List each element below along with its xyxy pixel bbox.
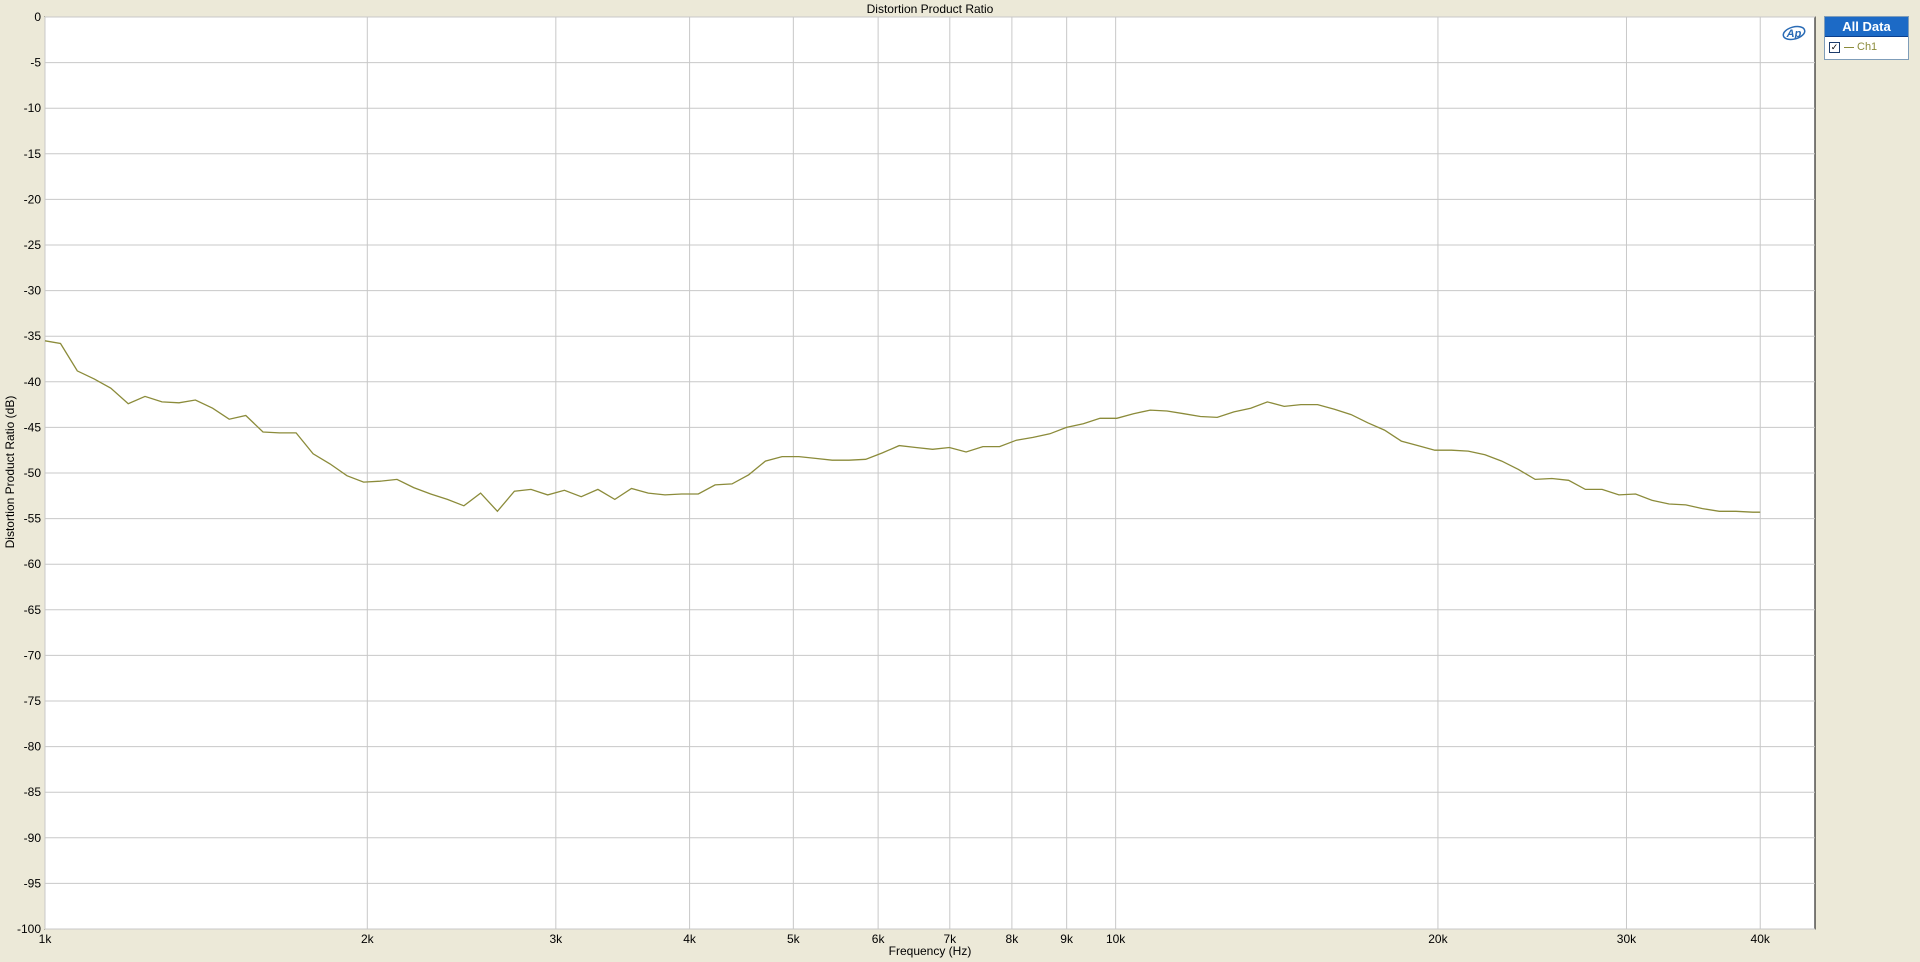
y-tick-label: 0 [34,10,41,24]
legend-all-data-button[interactable]: All Data [1825,17,1908,37]
grid [44,16,1815,930]
y-tick-label: -20 [24,192,42,206]
y-tick-label: -80 [24,740,42,754]
y-tick-label: -45 [24,420,42,434]
y-tick-label: -65 [24,603,42,617]
ap-logo-icon: Ap [1782,25,1806,41]
y-tick-label: -55 [24,512,42,526]
y-tick-label: -50 [24,466,42,480]
y-tick-label: -25 [24,238,42,252]
y-tick-label: -95 [24,876,42,890]
y-tick-label: -35 [24,329,42,343]
y-tick-label: -75 [24,694,42,708]
y-tick-label: -100 [17,922,41,936]
y-tick-labels: 0 -5 -10 -15 -20 -25 -30 -35 -40 -45 -50 -55 -60 -65 -… [17,10,41,936]
y-tick-label: -60 [24,557,42,571]
y-tick-label: -30 [24,284,42,298]
y-tick-label: -5 [30,56,41,70]
legend-swatch-ch1 [1844,46,1854,48]
y-tick-label: -40 [24,375,42,389]
legend-label-ch1: Ch1 [1857,41,1878,53]
y-tick-label: -70 [24,648,42,662]
y-tick-label: -10 [24,101,42,115]
ap-logo-text: Ap [1786,28,1802,40]
y-tick-label: -85 [24,785,42,799]
legend-item-ch1[interactable]: ✓ Ch1 [1825,37,1908,57]
x-axis-label: Frequency (Hz) [888,944,972,958]
legend-checkbox-ch1[interactable]: ✓ [1829,41,1840,53]
y-tick-label: -15 [24,147,42,161]
y-tick-label: -90 [24,831,42,845]
legend-panel: All Data ✓ Ch1 [1824,16,1909,60]
plot-area[interactable]: 0 -5 -10 -15 -20 -25 -30 -35 -40 -45 -50 -55 -60 -65 -… [0,0,1920,962]
y-axis-label: Distortion Product Ratio (dB) [3,395,17,549]
